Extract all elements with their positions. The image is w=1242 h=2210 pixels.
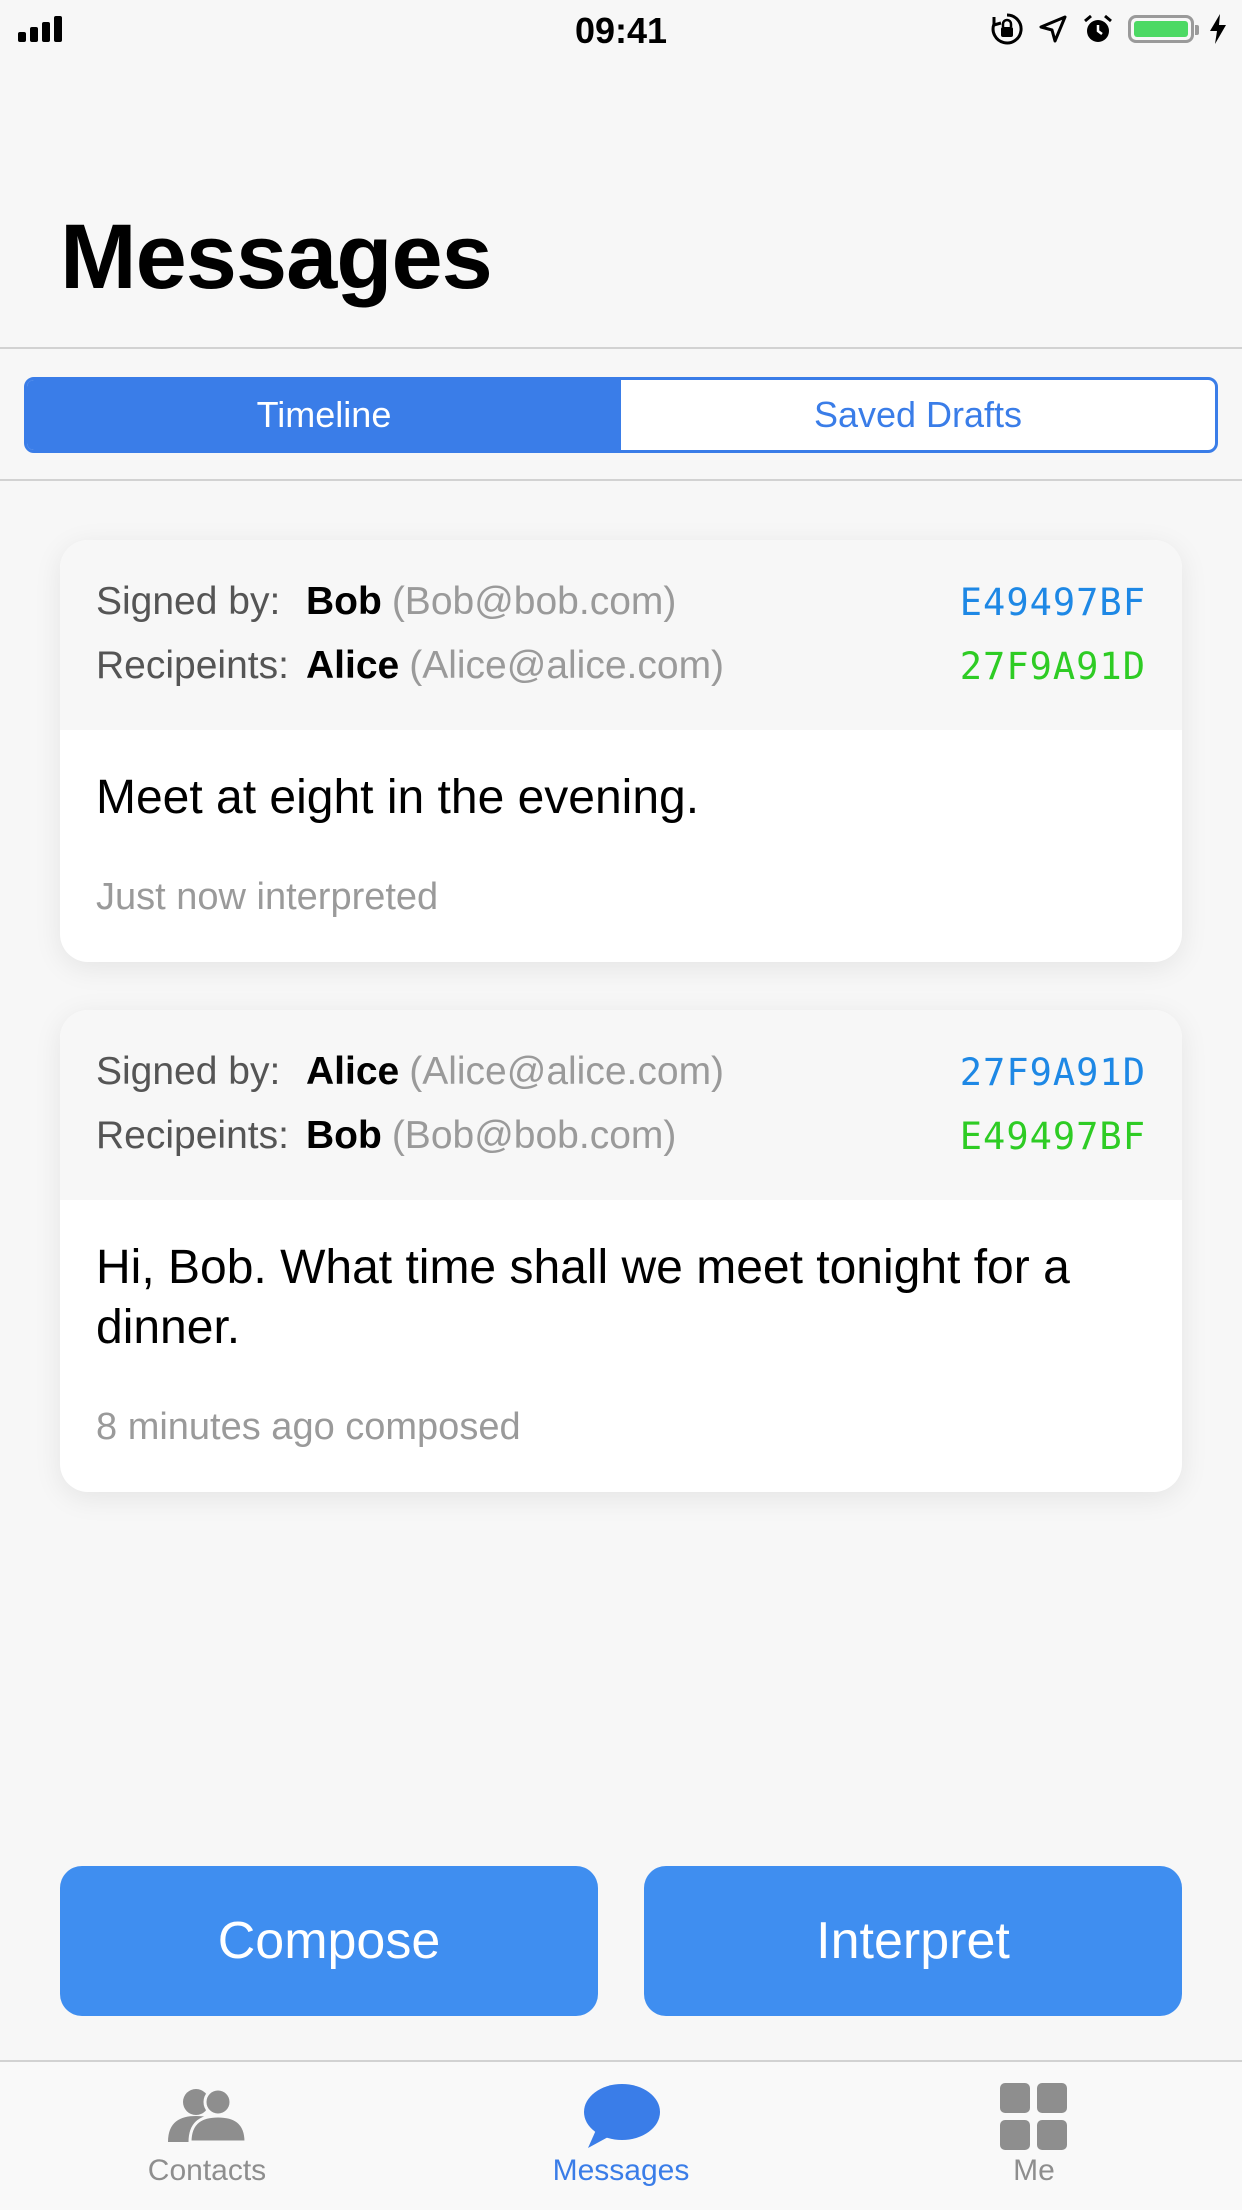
header-divider <box>0 347 1242 349</box>
status-bar: 09:41 <box>0 0 1242 60</box>
signer-key-id: 27F9A91D <box>959 1050 1146 1094</box>
recipients-label: Recipeints: <box>96 1114 289 1157</box>
tab-me[interactable]: Me <box>884 2062 1184 2210</box>
tab-contacts[interactable]: Contacts <box>57 2062 357 2210</box>
message-body: Hi, Bob. What time shall we meet tonight… <box>96 1241 1070 1354</box>
recipient-key-id: 27F9A91D <box>959 644 1146 688</box>
recipients-label: Recipeints: <box>96 644 289 687</box>
messages-icon <box>584 2084 660 2148</box>
segment-divider <box>0 479 1242 481</box>
battery-icon <box>1128 15 1199 43</box>
signer-email: (Bob@bob.com) <box>391 580 677 623</box>
signer-key-id: E49497BF <box>959 580 1146 624</box>
recipient-name: Bob <box>306 1114 382 1157</box>
recipient-name: Alice <box>306 644 400 687</box>
status-icons <box>990 12 1228 46</box>
page-title: Messages <box>60 206 493 308</box>
grid-icon <box>1000 2083 1067 2150</box>
message-status: 8 minutes ago composed <box>96 1406 521 1448</box>
recipient-key-id: E49497BF <box>959 1114 1146 1158</box>
message-card-header: Signed by: Bob (Bob@bob.com) E49497BF Re… <box>60 540 1182 730</box>
message-status: Just now interpreted <box>96 876 439 918</box>
tab-messages[interactable]: Messages <box>471 2062 771 2210</box>
tab-messages-label: Messages <box>552 2154 690 2187</box>
recipient-email: (Bob@bob.com) <box>391 1114 677 1157</box>
message-card-header: Signed by: Alice (Alice@alice.com) 27F9A… <box>60 1010 1182 1200</box>
tab-me-label: Me <box>1013 2154 1055 2187</box>
location-icon <box>1039 15 1067 43</box>
tab-bar: Contacts Messages Me <box>0 2060 1242 2210</box>
signer-name: Bob <box>306 580 382 623</box>
alarm-icon <box>1084 14 1112 42</box>
message-body: Meet at eight in the evening. <box>96 771 700 824</box>
tab-timeline[interactable]: Timeline <box>27 380 621 450</box>
charging-icon <box>1210 14 1226 44</box>
signed-by-label: Signed by: <box>96 1050 281 1093</box>
signer-name: Alice <box>306 1050 400 1093</box>
signer-email: (Alice@alice.com) <box>409 1050 725 1093</box>
contacts-icon <box>168 2087 248 2144</box>
message-card[interactable]: Signed by: Bob (Bob@bob.com) E49497BF Re… <box>60 540 1182 962</box>
signed-by-label: Signed by: <box>96 580 281 623</box>
interpret-button[interactable]: Interpret <box>644 1866 1182 2016</box>
compose-button[interactable]: Compose <box>60 1866 598 2016</box>
rotation-lock-icon <box>991 13 1023 45</box>
segmented-control: Timeline Saved Drafts <box>24 377 1218 453</box>
recipient-email: (Alice@alice.com) <box>409 644 725 687</box>
tab-saved-drafts[interactable]: Saved Drafts <box>621 380 1215 450</box>
tab-contacts-label: Contacts <box>147 2154 267 2187</box>
message-card[interactable]: Signed by: Alice (Alice@alice.com) 27F9A… <box>60 1010 1182 1492</box>
